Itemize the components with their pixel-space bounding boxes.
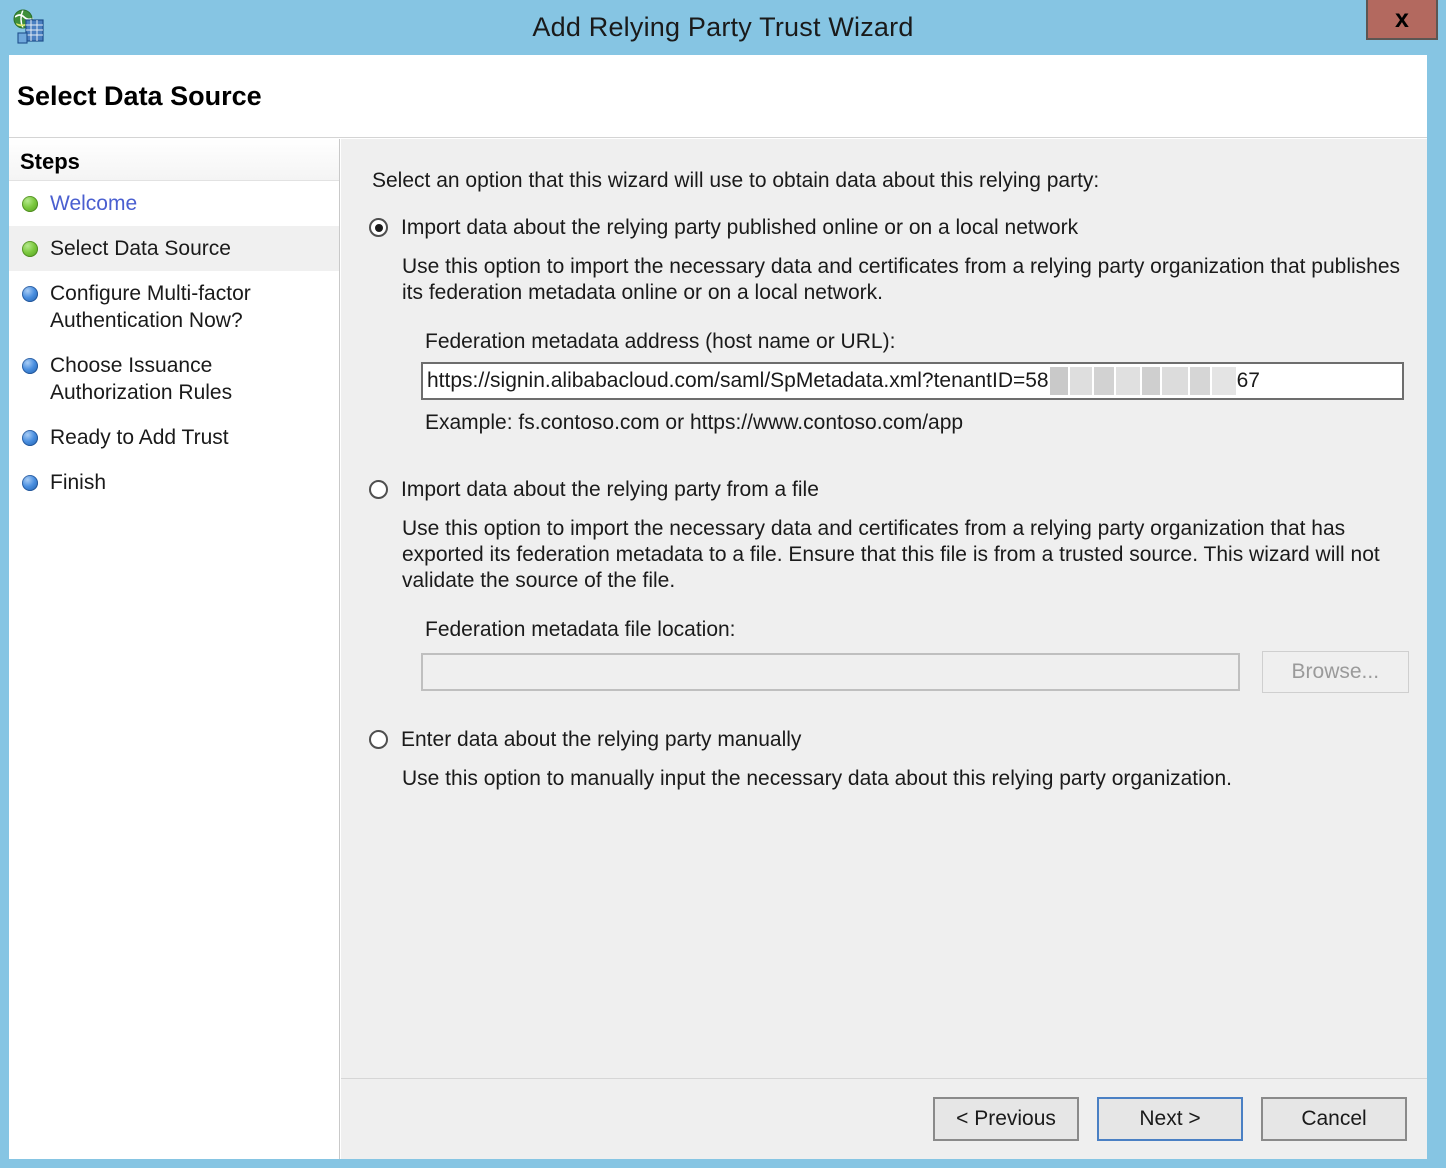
- option-label: Import data about the relying party publ…: [401, 216, 1079, 239]
- option-label: Enter data about the relying party manua…: [401, 728, 802, 751]
- sidebar-item-label: Ready to Add Trust: [50, 426, 229, 449]
- footer-bar: < Previous Next > Cancel: [341, 1078, 1427, 1159]
- steps-list: Welcome Select Data Source Configure Mul…: [9, 181, 339, 505]
- metadata-address-value-suffix: 67: [1236, 369, 1260, 392]
- option-manual-entry: Enter data about the relying party manua…: [369, 726, 1409, 792]
- metadata-file-input[interactable]: [421, 653, 1240, 691]
- metadata-address-label: Federation metadata address (host name o…: [425, 330, 896, 353]
- intro-text: Select an option that this wizard will u…: [372, 169, 1100, 192]
- steps-sidebar: Steps Welcome Select Data Source Configu…: [9, 139, 340, 1159]
- sidebar-item-label: Finish: [50, 471, 107, 494]
- steps-header: Steps: [9, 139, 339, 181]
- option-import-online: Import data about the relying party publ…: [369, 214, 1409, 435]
- status-bullet-blue-icon: [22, 358, 38, 374]
- sidebar-item-label: Configure Multi-factor Authentication No…: [50, 282, 251, 332]
- redaction-block: [1189, 367, 1210, 395]
- radio-button-icon[interactable]: [369, 730, 388, 749]
- footer-buttons: < Previous Next > Cancel: [933, 1097, 1407, 1141]
- dialog-body: Select Data Source Steps Welcome Select …: [9, 55, 1427, 1159]
- metadata-address-example: Example: fs.contoso.com or https://www.c…: [425, 411, 964, 434]
- page-header: Select Data Source: [9, 55, 1427, 138]
- redaction-block: [1211, 367, 1236, 395]
- browse-button[interactable]: Browse...: [1261, 651, 1409, 693]
- metadata-address-row: https://signin.alibabacloud.com/saml/SpM…: [421, 362, 1409, 400]
- content-inner: Select an option that this wizard will u…: [341, 139, 1427, 1078]
- option-description: Use this option to import the necessary …: [402, 255, 1401, 304]
- sidebar-item-select-data-source[interactable]: Select Data Source: [9, 226, 339, 271]
- wizard-window: Add Relying Party Trust Wizard x Select …: [0, 0, 1446, 1168]
- sidebar-item-welcome[interactable]: Welcome: [9, 181, 339, 226]
- status-bullet-blue-icon: [22, 475, 38, 491]
- metadata-address-input[interactable]: https://signin.alibabacloud.com/saml/SpM…: [421, 362, 1404, 400]
- content-panel: Select an option that this wizard will u…: [341, 139, 1427, 1159]
- next-button[interactable]: Next >: [1097, 1097, 1243, 1141]
- sidebar-item-label: Welcome: [50, 192, 138, 215]
- close-button[interactable]: x: [1366, 0, 1438, 40]
- radio-row-import-file[interactable]: Import data about the relying party from…: [369, 476, 1409, 503]
- metadata-address-value-prefix: https://signin.alibabacloud.com/saml/SpM…: [427, 369, 1049, 392]
- steps-header-label: Steps: [20, 149, 80, 174]
- option-description: Use this option to import the necessary …: [402, 517, 1380, 592]
- sidebar-item-ready-to-add-trust[interactable]: Ready to Add Trust: [9, 415, 339, 460]
- radio-row-import-online[interactable]: Import data about the relying party publ…: [369, 214, 1409, 241]
- metadata-file-row: Browse...: [421, 651, 1409, 693]
- redaction-block: [1069, 367, 1092, 395]
- radio-row-manual-entry[interactable]: Enter data about the relying party manua…: [369, 726, 1409, 753]
- window-title: Add Relying Party Trust Wizard: [532, 12, 914, 42]
- cancel-button[interactable]: Cancel: [1261, 1097, 1407, 1141]
- redaction-block: [1093, 367, 1114, 395]
- redaction-block: [1161, 367, 1188, 395]
- radio-button-icon[interactable]: [369, 218, 388, 237]
- status-bullet-blue-icon: [22, 286, 38, 302]
- metadata-file-label: Federation metadata file location:: [425, 618, 736, 641]
- redaction-block: [1049, 367, 1068, 395]
- sidebar-item-configure-mfa[interactable]: Configure Multi-factor Authentication No…: [9, 271, 339, 343]
- status-bullet-green-icon: [22, 196, 38, 212]
- sidebar-item-finish[interactable]: Finish: [9, 460, 339, 505]
- status-bullet-blue-icon: [22, 430, 38, 446]
- title-bar: Add Relying Party Trust Wizard x: [0, 0, 1446, 55]
- sidebar-item-label: Choose Issuance Authorization Rules: [50, 354, 233, 404]
- redaction-block: [1115, 367, 1140, 395]
- redaction-block: [1141, 367, 1160, 395]
- sidebar-item-label: Select Data Source: [50, 237, 231, 260]
- sidebar-item-issuance-rules[interactable]: Choose Issuance Authorization Rules: [9, 343, 339, 415]
- previous-button[interactable]: < Previous: [933, 1097, 1079, 1141]
- radio-button-icon[interactable]: [369, 480, 388, 499]
- status-bullet-green-icon: [22, 241, 38, 257]
- page-title: Select Data Source: [17, 81, 262, 111]
- option-label: Import data about the relying party from…: [401, 478, 819, 501]
- option-description: Use this option to manually input the ne…: [402, 767, 1232, 790]
- option-import-file: Import data about the relying party from…: [369, 476, 1409, 693]
